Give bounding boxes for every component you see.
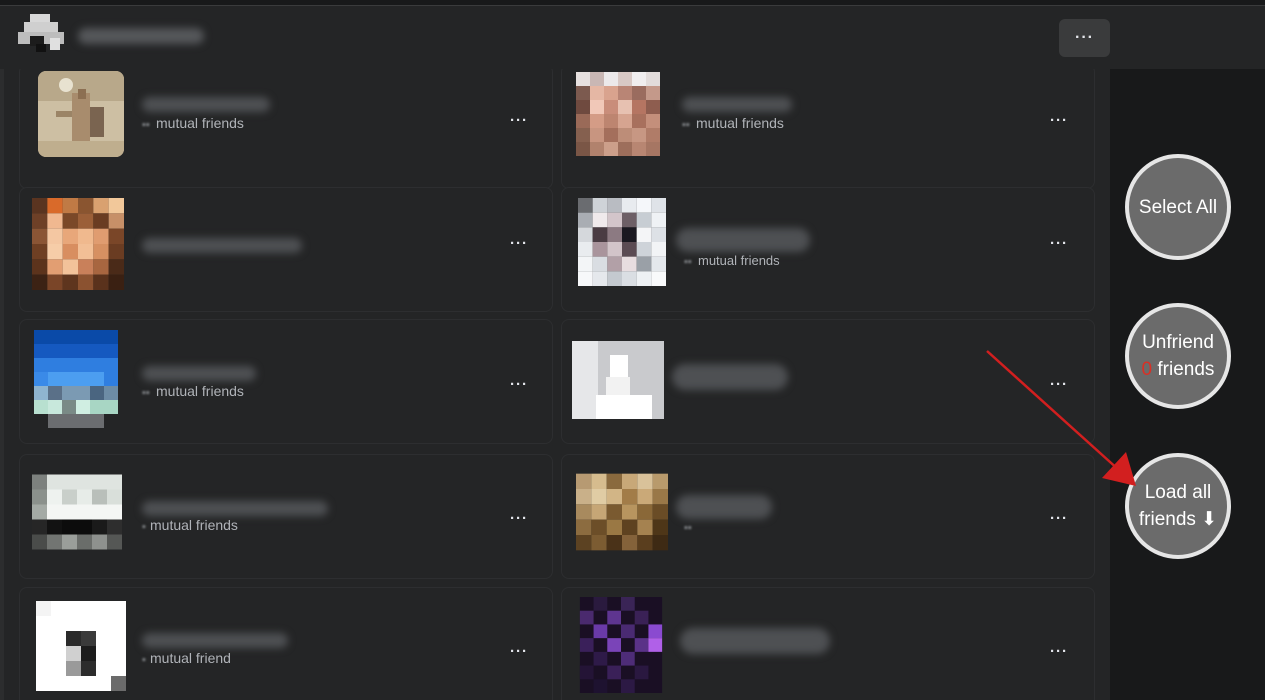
top-more-button[interactable]: ···: [1059, 19, 1110, 57]
mutual-friends-text: ▪▪ mutual friends: [142, 115, 244, 131]
select-all-label: Select All: [1138, 196, 1218, 218]
load-all-label-line1: Load all: [1144, 482, 1212, 503]
friend-more-button[interactable]: ···: [1044, 503, 1074, 533]
friend-card: ▪▪ mutual friends ···: [561, 187, 1095, 312]
friend-card: ▪▪ ···: [561, 454, 1095, 579]
friend-more-button[interactable]: ···: [504, 228, 534, 258]
friend-name-blurred[interactable]: [682, 97, 792, 112]
mutual-friends-text: ▪▪ mutual friends: [684, 253, 780, 268]
select-all-button[interactable]: Select All: [1125, 154, 1231, 260]
unfriend-count: 0: [1141, 359, 1153, 380]
friend-more-button[interactable]: ···: [1044, 369, 1074, 399]
friend-more-button[interactable]: ···: [1044, 636, 1074, 666]
friend-name-blurred[interactable]: [676, 495, 772, 519]
load-all-label-line2: friends ⬇: [1138, 509, 1218, 530]
friend-name-blurred[interactable]: [672, 364, 788, 390]
unfriend-label-line2: 0 friends: [1142, 356, 1215, 383]
friend-more-button[interactable]: ···: [504, 503, 534, 533]
friend-name-blurred[interactable]: [142, 633, 288, 648]
mutual-friends-text: ▪ mutual friends: [142, 517, 238, 533]
load-all-friends-button[interactable]: Load all friends ⬇: [1125, 453, 1231, 559]
friend-avatar[interactable]: [578, 597, 664, 693]
friend-card: ···: [19, 187, 553, 312]
friend-name-blurred[interactable]: [676, 228, 810, 252]
mutual-friends-icon-blurred: ▪▪: [684, 522, 692, 534]
friend-avatar[interactable]: [32, 198, 124, 290]
friend-name-blurred[interactable]: [680, 628, 830, 654]
friend-card: ▪▪ mutual friends ···: [561, 69, 1095, 189]
unfriend-label: Unfriend 0 friends: [1142, 329, 1215, 383]
friend-avatar[interactable]: [34, 330, 118, 428]
friend-avatar[interactable]: [38, 71, 124, 157]
friend-card: ▪▪ mutual friends ···: [19, 319, 553, 444]
friend-more-button[interactable]: ···: [1044, 228, 1074, 258]
friend-card: ···: [561, 319, 1095, 444]
friend-more-button[interactable]: ···: [504, 369, 534, 399]
mutual-friends-text: ▪▪ mutual friends: [682, 115, 784, 131]
friend-name-blurred[interactable]: [142, 501, 328, 516]
friend-card: ▪ mutual friends ···: [19, 454, 553, 579]
friend-avatar[interactable]: [576, 71, 660, 157]
friend-avatar[interactable]: [576, 472, 668, 552]
friend-avatar[interactable]: [578, 198, 666, 286]
friend-card: ▪▪ mutual friends ···: [19, 69, 553, 189]
friend-avatar[interactable]: [36, 600, 126, 692]
friend-more-button[interactable]: ···: [1044, 105, 1074, 135]
friends-panel: ▪▪ mutual friends ··· ▪▪ mutual friends ··…: [4, 69, 1110, 700]
friend-avatar[interactable]: [32, 473, 122, 551]
profile-avatar[interactable]: [16, 14, 66, 58]
friend-more-button[interactable]: ···: [504, 636, 534, 666]
friend-card: ···: [561, 587, 1095, 700]
mutual-friends-text: ▪▪ mutual friends: [142, 383, 244, 399]
friend-avatar[interactable]: [572, 341, 664, 419]
friend-name-blurred[interactable]: [142, 238, 302, 253]
friend-card: ▪ mutual friend ···: [19, 587, 553, 700]
friend-name-blurred[interactable]: [142, 366, 256, 381]
unfriend-friends-text: friends: [1152, 359, 1215, 380]
profile-name-blurred: [78, 28, 204, 44]
friend-more-button[interactable]: ···: [504, 105, 534, 135]
mutual-friends-text: ▪ mutual friend: [142, 650, 231, 666]
load-all-label: Load all friends ⬇: [1139, 479, 1217, 533]
unfriend-button[interactable]: Unfriend 0 friends: [1125, 303, 1231, 409]
unfriend-label-line1: Unfriend: [1142, 332, 1214, 353]
top-bar: ···: [0, 5, 1265, 69]
friend-name-blurred[interactable]: [142, 97, 270, 112]
